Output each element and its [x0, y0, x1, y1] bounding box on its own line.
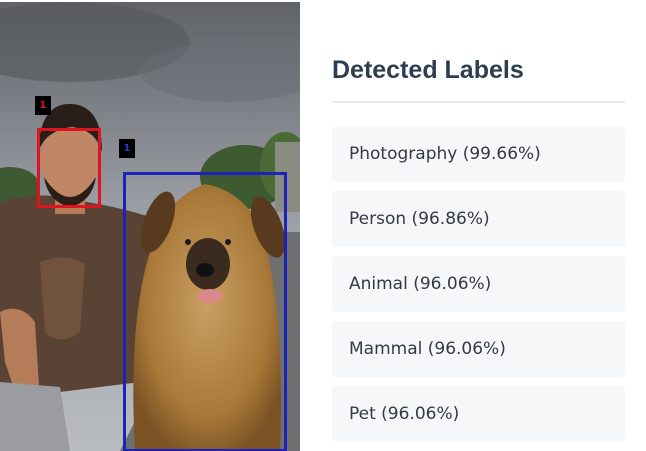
label-item-person: Person (96.86%)	[332, 191, 625, 247]
face-box-tag: 1	[35, 96, 51, 115]
label-item-pet: Pet (96.06%)	[332, 386, 625, 442]
analyzed-photo: 1 1	[0, 2, 300, 451]
dog-bounding-box	[123, 172, 287, 451]
label-item-photography: Photography (99.66%)	[332, 126, 625, 182]
label-item-animal: Animal (96.06%)	[332, 256, 625, 312]
face-bounding-box	[37, 128, 101, 208]
panel-title: Detected Labels	[332, 56, 524, 84]
dog-box-tag: 1	[119, 139, 135, 158]
title-divider	[332, 101, 625, 103]
label-list: Photography (99.66%) Person (96.86%) Ani…	[332, 126, 625, 451]
label-item-mammal: Mammal (96.06%)	[332, 321, 625, 377]
